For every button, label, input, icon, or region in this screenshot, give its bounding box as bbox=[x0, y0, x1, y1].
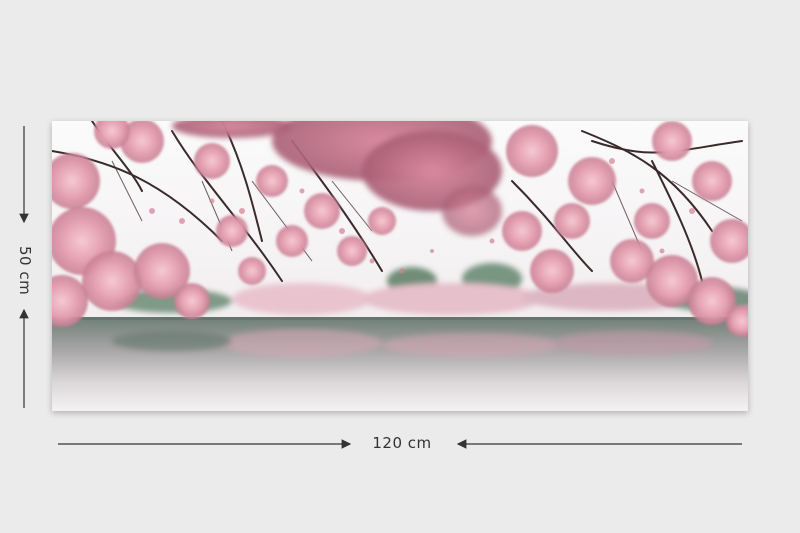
cherry-blossom-lake-photo-icon bbox=[52, 121, 748, 411]
canvas-print-photo bbox=[52, 121, 748, 411]
width-dimension-label: 120 cm bbox=[372, 434, 432, 452]
height-dimension-label: 50 cm bbox=[16, 246, 34, 296]
